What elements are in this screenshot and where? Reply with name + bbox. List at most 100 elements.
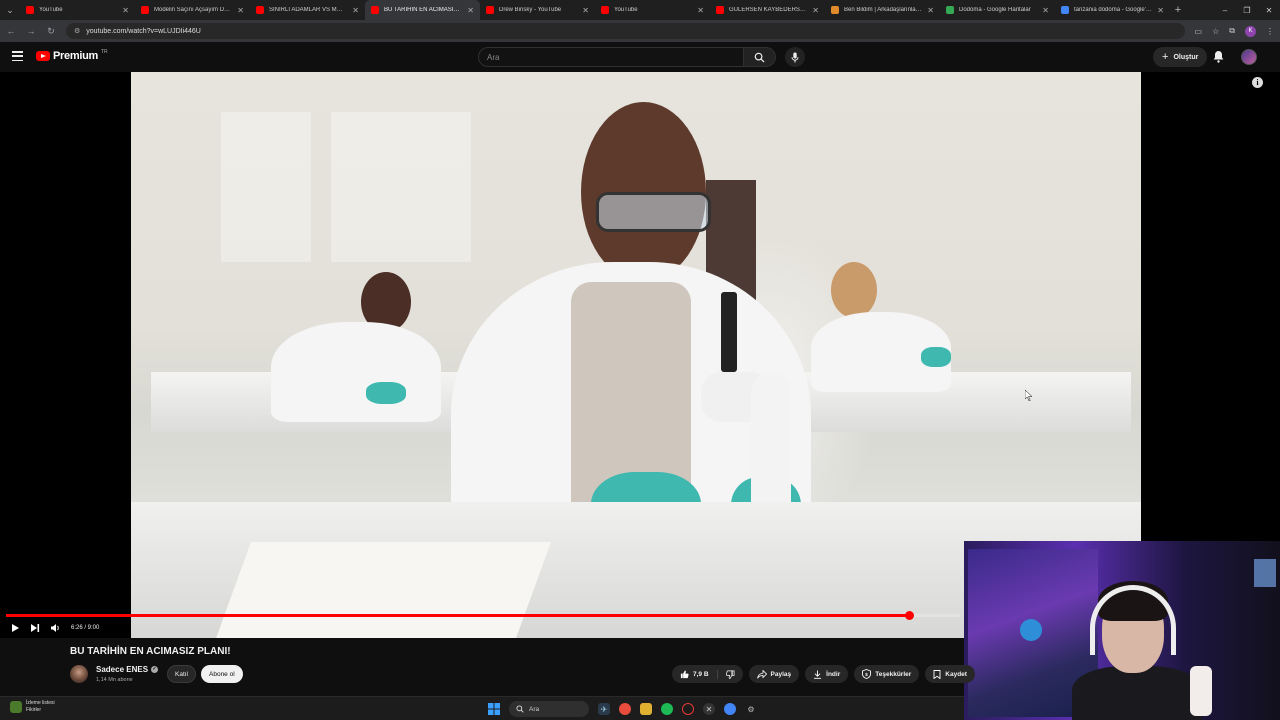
tab-close-icon[interactable]: ✕ — [582, 6, 589, 15]
scene-wall-chart — [221, 112, 311, 262]
taskbar-search-label: Ara — [529, 705, 540, 713]
scene-wall-chart — [331, 112, 471, 262]
browser-tab[interactable]: Ben Bildim | Arkadaşlarınla Oy... ✕ — [825, 0, 940, 20]
subscribe-button[interactable]: Abone ol — [201, 665, 243, 683]
chrome-alt-icon[interactable] — [724, 703, 736, 715]
webcam-wall-decal — [1254, 559, 1276, 587]
tab-favicon-icon — [26, 6, 34, 14]
tab-close-icon[interactable]: ✕ — [1042, 6, 1049, 15]
channel-avatar[interactable] — [70, 665, 88, 683]
like-button[interactable]: 7,9 B — [672, 669, 718, 679]
browser-tab[interactable]: BU TARİHİN EN ACIMASIZ PL... ✕ — [365, 0, 480, 20]
notifications-button[interactable] — [1213, 50, 1224, 63]
youtube-premium-logo[interactable]: Premium TR — [36, 49, 108, 62]
forward-icon[interactable]: → — [26, 26, 36, 36]
watchlist-widget-icon — [10, 701, 22, 713]
back-icon[interactable]: ← — [6, 26, 16, 36]
tab-close-icon[interactable]: ✕ — [467, 6, 474, 15]
volume-icon[interactable] — [50, 623, 61, 633]
taskbar-apps: Ara ✈ ✕ ⚙ — [488, 701, 757, 717]
toolbar-right: ▭ ☆ ⧉ K ⋮ — [1195, 25, 1274, 37]
spotify-icon[interactable] — [661, 703, 673, 715]
url-field[interactable]: ⚙ youtube.com/watch?v=wLUJDIi446U — [66, 23, 1185, 39]
thanks-button[interactable]: $ Teşekkürler — [854, 665, 920, 683]
webcam-person-body — [1072, 666, 1202, 720]
player-controls: 6:26 / 9:00 — [6, 620, 99, 636]
chrome-icon[interactable] — [619, 703, 631, 715]
extensions-icon[interactable]: ⧉ — [1229, 26, 1235, 36]
browser-profile-avatar[interactable]: K — [1245, 25, 1256, 37]
settings-gear-icon[interactable]: ⚙ — [745, 703, 757, 715]
steam-icon[interactable]: ✈ — [598, 703, 610, 715]
progress-scrubber-handle[interactable] — [904, 611, 914, 620]
share-button[interactable]: Paylaş — [748, 665, 800, 683]
super-thanks-icon: $ — [862, 669, 872, 679]
tab-title: Ben Bildim | Arkadaşlarınla Oy... — [844, 7, 923, 13]
browser-tab[interactable]: Modelin Saçını Açsayım Derken... ✕ — [135, 0, 250, 20]
browser-tab[interactable]: YouTube ✕ — [20, 0, 135, 20]
file-explorer-icon[interactable] — [640, 703, 652, 715]
tab-close-icon[interactable]: ✕ — [237, 6, 244, 15]
taskbar-search[interactable]: Ara — [509, 701, 589, 717]
browser-tab[interactable]: Dodoma - Google Haritalar ✕ — [940, 0, 1055, 20]
create-button[interactable]: + Oluştur — [1153, 47, 1208, 67]
save-label: Kaydet — [945, 670, 967, 678]
reload-icon[interactable]: ↻ — [46, 26, 56, 37]
tab-close-icon[interactable]: ✕ — [122, 6, 129, 15]
tab-favicon-icon — [256, 6, 264, 14]
url-text: youtube.com/watch?v=wLUJDIi446U — [86, 27, 201, 35]
taskbar-widget[interactable]: İzleme listesi Fikirler — [10, 700, 55, 714]
save-button[interactable]: Kaydet — [925, 665, 975, 683]
opera-icon[interactable] — [682, 703, 694, 715]
create-label: Oluştur — [1173, 53, 1199, 61]
tab-title: Modelin Saçını Açsayım Derken... — [154, 7, 233, 13]
join-button[interactable]: Katıl — [167, 665, 197, 683]
account-avatar[interactable] — [1241, 49, 1257, 65]
windows-start-icon[interactable] — [488, 703, 500, 715]
cast-icon[interactable]: ▭ — [1195, 27, 1203, 36]
tab-close-icon[interactable]: ✕ — [812, 6, 819, 15]
tab-title: YouTube — [39, 7, 63, 13]
menu-icon[interactable] — [12, 51, 23, 61]
subscriber-count: 1,14 Mn abone — [96, 677, 133, 683]
browser-menu-icon[interactable]: ⋮ — [1266, 27, 1274, 36]
browser-tab[interactable]: GÜLERSEN KAYBEDERSİN w/ V... ✕ — [710, 0, 825, 20]
thanks-label: Teşekkürler — [875, 670, 912, 678]
tab-favicon-icon — [141, 6, 149, 14]
download-button[interactable]: İndir — [805, 665, 849, 683]
tab-close-icon[interactable]: ✕ — [352, 6, 359, 15]
tab-favicon-icon — [371, 6, 379, 14]
video-info-icon[interactable]: i — [1252, 77, 1263, 88]
tab-title: YouTube — [614, 7, 638, 13]
browser-tab[interactable]: Drew Binsky - YouTube ✕ — [480, 0, 595, 20]
close-window-icon[interactable]: ✕ — [1258, 6, 1280, 15]
bookmark-star-icon[interactable]: ☆ — [1212, 27, 1219, 36]
share-label: Paylaş — [770, 670, 792, 678]
bell-icon — [1213, 51, 1224, 63]
tab-list: YouTube✕Modelin Saçını Açsayım Derken...… — [20, 0, 1170, 20]
browser-tab[interactable]: tanzania dodoma - Google'da... ✕ — [1055, 0, 1170, 20]
search-button[interactable] — [744, 47, 776, 67]
restore-icon[interactable]: ❐ — [1236, 6, 1258, 15]
streamer-webcam-overlay — [964, 541, 1280, 720]
video-progress-bar[interactable] — [6, 611, 960, 620]
tab-close-icon[interactable]: ✕ — [697, 6, 704, 15]
browser-tab[interactable]: YouTube ✕ — [595, 0, 710, 20]
channel-name[interactable]: Sadece ENES — [96, 665, 148, 674]
play-icon[interactable] — [10, 623, 20, 633]
tab-close-icon[interactable]: ✕ — [1157, 6, 1164, 15]
tab-close-icon[interactable]: ✕ — [927, 6, 934, 15]
browser-tab[interactable]: SINIRLI ADAMLAR VS MOTOR... ✕ — [250, 0, 365, 20]
tab-search-menu-icon[interactable]: ⌄ — [0, 0, 20, 20]
next-video-icon[interactable] — [30, 623, 40, 633]
window-controls: – ❐ ✕ — [1214, 6, 1280, 15]
channel-name-row[interactable]: Sadece ENES ✓ — [96, 665, 159, 674]
xbox-icon[interactable]: ✕ — [703, 703, 715, 715]
voice-search-button[interactable] — [785, 47, 805, 67]
new-tab-button[interactable]: + — [1170, 4, 1186, 16]
dislike-button[interactable] — [718, 670, 743, 679]
thumbs-up-icon — [680, 669, 689, 678]
search-input[interactable]: Ara — [478, 47, 744, 67]
site-info-icon[interactable]: ⚙ — [74, 27, 80, 35]
minimize-icon[interactable]: – — [1214, 6, 1236, 15]
